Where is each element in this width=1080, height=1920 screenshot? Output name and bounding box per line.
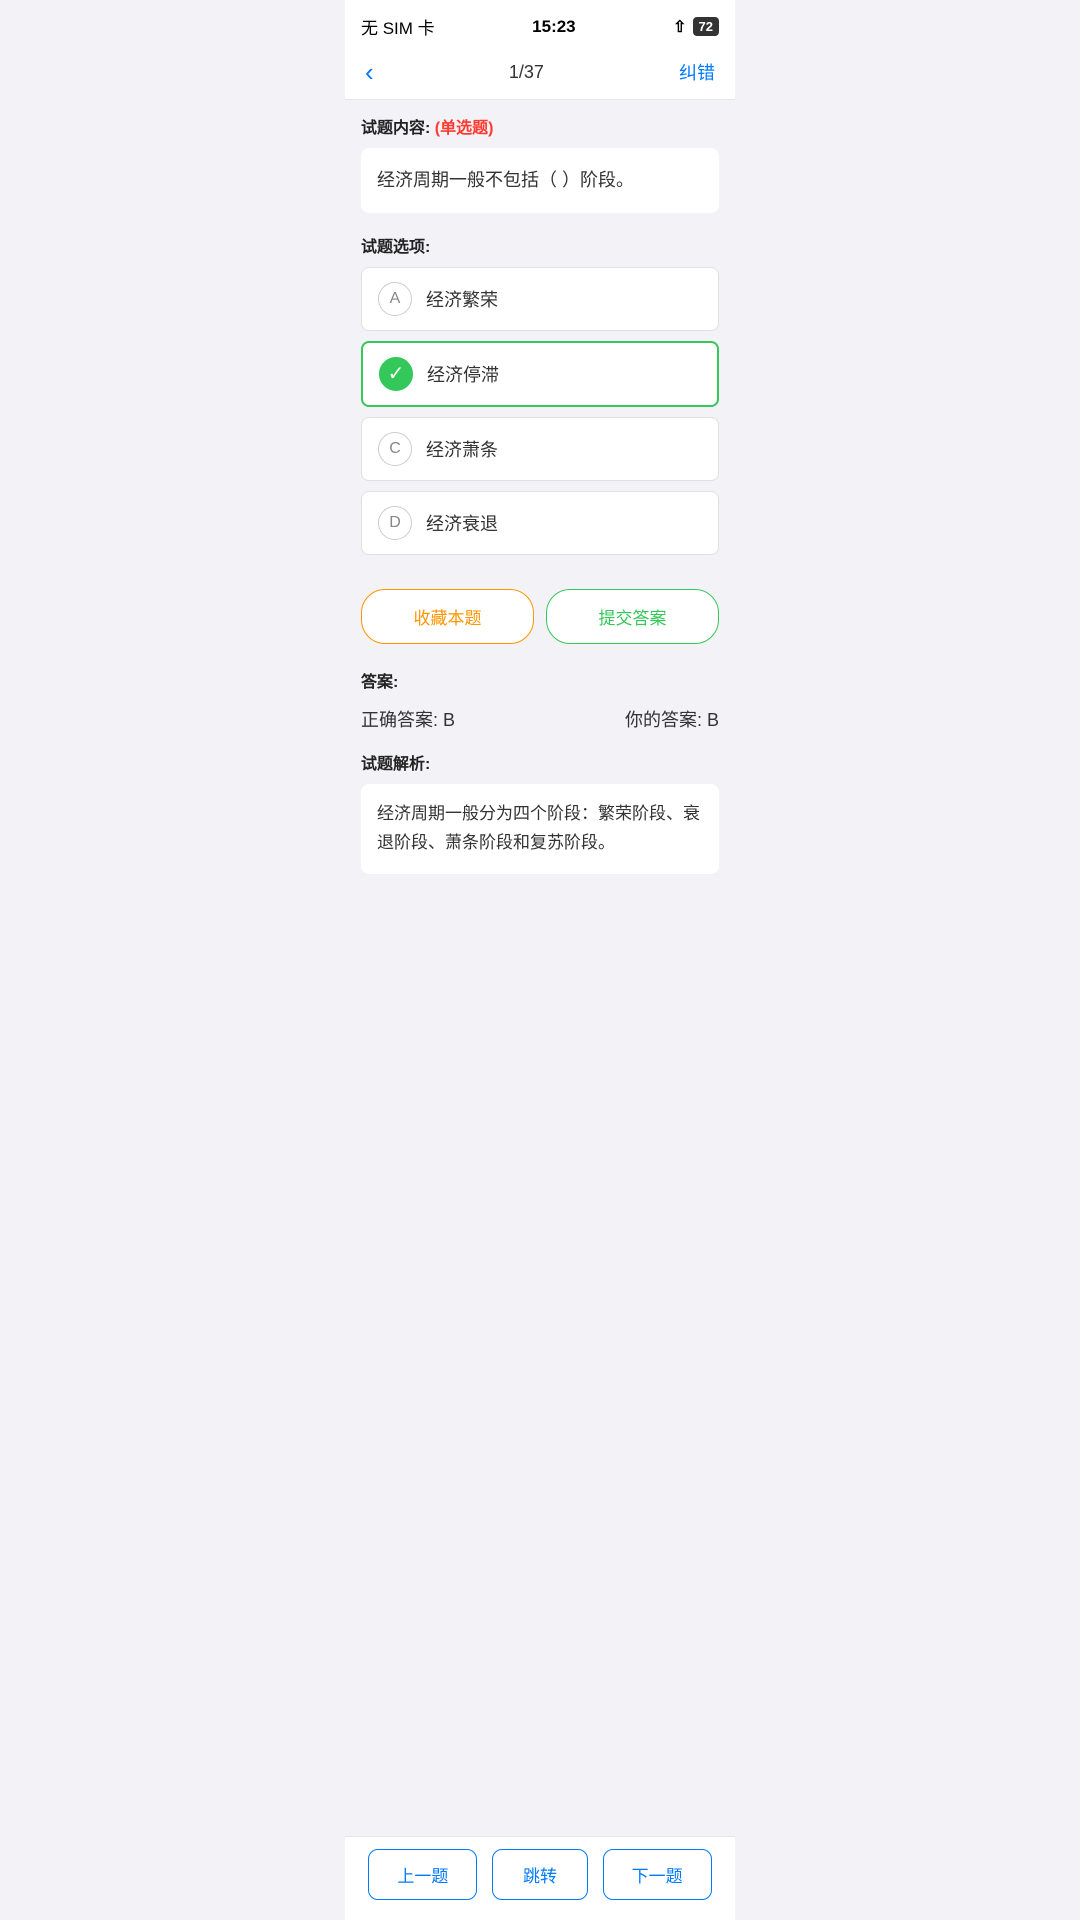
status-sim: 无 SIM 卡 <box>361 14 435 39</box>
nav-title: 1/37 <box>509 62 544 83</box>
option-d-text: 经济衰退 <box>426 510 498 536</box>
nav-bar: ‹ 1/37 纠错 <box>345 49 735 100</box>
prev-button[interactable]: 上一题 <box>368 1849 477 1900</box>
option-a[interactable]: A 经济繁荣 <box>361 267 719 331</box>
question-label: 试题内容: (单选题) <box>361 114 719 138</box>
back-button[interactable]: ‹ <box>365 59 374 85</box>
collect-button[interactable]: 收藏本题 <box>361 589 534 644</box>
jump-button[interactable]: 跳转 <box>492 1849 588 1900</box>
options-section: 试题选项: A 经济繁荣 ✓ 经济停滞 C 经济萧条 D 经济衰退 <box>345 227 735 575</box>
answer-row: 正确答案: B 你的答案: B <box>361 702 719 744</box>
option-b-circle: ✓ <box>379 357 413 391</box>
next-button[interactable]: 下一题 <box>603 1849 712 1900</box>
status-time: 15:23 <box>532 17 575 37</box>
option-a-text: 经济繁荣 <box>426 286 498 312</box>
user-answer: 你的答案: B <box>625 706 719 732</box>
action-row: 收藏本题 提交答案 <box>345 575 735 658</box>
answer-section: 答案: 正确答案: B 你的答案: B <box>345 658 735 744</box>
option-a-circle: A <box>378 282 412 316</box>
battery-indicator: 72 <box>693 17 719 36</box>
analysis-text: 经济周期一般分为四个阶段：繁荣阶段、衰退阶段、萧条阶段和复苏阶段。 <box>361 784 719 874</box>
answer-label: 答案: <box>361 668 719 692</box>
analysis-label: 试题解析: <box>361 750 719 774</box>
question-type-tag: (单选题) <box>435 120 494 137</box>
option-b[interactable]: ✓ 经济停滞 <box>361 341 719 407</box>
submit-button[interactable]: 提交答案 <box>546 589 719 644</box>
correct-answer: 正确答案: B <box>361 706 455 732</box>
option-c[interactable]: C 经济萧条 <box>361 417 719 481</box>
analysis-section: 试题解析: 经济周期一般分为四个阶段：繁荣阶段、衰退阶段、萧条阶段和复苏阶段。 <box>345 744 735 888</box>
correct-button[interactable]: 纠错 <box>679 59 715 85</box>
status-bar: 无 SIM 卡 15:23 ⇧ 72 <box>345 0 735 49</box>
question-text: 经济周期一般不包括（ ）阶段。 <box>361 148 719 213</box>
wifi-icon: ⇧ <box>673 17 686 37</box>
status-right: ⇧ 72 <box>673 17 719 37</box>
option-c-text: 经济萧条 <box>426 436 498 462</box>
option-d[interactable]: D 经济衰退 <box>361 491 719 555</box>
option-b-text: 经济停滞 <box>427 361 499 387</box>
question-section: 试题内容: (单选题) 经济周期一般不包括（ ）阶段。 <box>345 100 735 213</box>
option-c-circle: C <box>378 432 412 466</box>
option-d-circle: D <box>378 506 412 540</box>
bottom-nav: 上一题 跳转 下一题 <box>345 1836 735 1920</box>
options-label: 试题选项: <box>361 227 719 257</box>
main-content: 试题内容: (单选题) 经济周期一般不包括（ ）阶段。 试题选项: A 经济繁荣… <box>345 100 735 1836</box>
